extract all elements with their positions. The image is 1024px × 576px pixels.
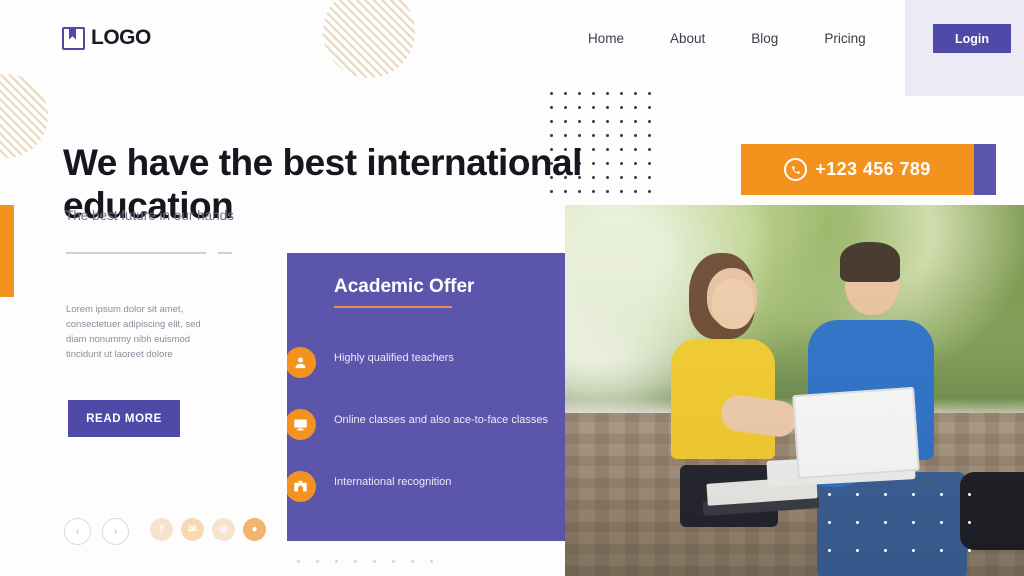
divider-short xyxy=(218,252,232,254)
phone-accent-block xyxy=(974,144,996,195)
hero-body-text: Lorem ipsum dolor sit amet, consectetuer… xyxy=(66,303,201,360)
social-links: f ✉ ◎ ● xyxy=(150,518,266,541)
carousel-next-icon[interactable]: › xyxy=(102,518,129,545)
list-item-label: Highly qualified teachers xyxy=(334,352,454,364)
carousel-prev-icon[interactable]: ‹ xyxy=(64,518,91,545)
page-subtitle: The best future in our hands xyxy=(65,208,234,223)
phone-banner[interactable]: +123 456 789 xyxy=(741,144,974,195)
bookmark-icon xyxy=(62,26,85,50)
twitter-icon[interactable]: ✉ xyxy=(181,518,204,541)
user-icon xyxy=(287,347,316,378)
phone-icon xyxy=(784,158,808,181)
monitor-icon xyxy=(287,409,316,440)
nav-item-pricing[interactable]: Pricing xyxy=(824,31,865,46)
striped-circle-left-icon xyxy=(0,74,48,158)
list-item: International recognition xyxy=(287,471,564,509)
academic-offer-title: Academic Offer xyxy=(334,276,475,297)
nav-item-home[interactable]: Home xyxy=(588,31,624,46)
list-item-label: Online classes and also ace-to-face clas… xyxy=(334,414,548,426)
nav-item-about[interactable]: About xyxy=(670,31,705,46)
dot-grid-photo xyxy=(828,493,996,576)
list-item-label: International recognition xyxy=(334,476,452,488)
carousel-controls: ‹ › xyxy=(64,518,129,545)
hero-photo xyxy=(565,205,1024,576)
facebook-icon[interactable]: f xyxy=(150,518,173,541)
divider xyxy=(66,252,206,254)
phone-number: +123 456 789 xyxy=(815,159,931,179)
nav-item-blog[interactable]: Blog xyxy=(751,31,778,46)
main-nav: Home About Blog Pricing xyxy=(588,31,866,46)
certificate-icon xyxy=(287,471,316,502)
academic-offer-card: Academic Offer Highly qualified teachers… xyxy=(287,253,585,541)
logo-text: LOGO xyxy=(91,26,151,49)
instagram-icon[interactable]: ◎ xyxy=(212,518,235,541)
list-item: Online classes and also ace-to-face clas… xyxy=(287,409,564,447)
site-header: LOGO Home About Blog Pricing Login xyxy=(0,0,1024,76)
pinterest-icon[interactable]: ● xyxy=(243,518,266,541)
title-underline xyxy=(334,306,452,308)
orange-accent-bar xyxy=(0,205,14,297)
landing-page: LOGO Home About Blog Pricing Login We ha… xyxy=(0,0,1024,576)
read-more-button[interactable]: READ MORE xyxy=(68,400,180,437)
login-button[interactable]: Login xyxy=(933,24,1011,53)
dot-grid-bottom xyxy=(297,560,449,576)
logo[interactable]: LOGO xyxy=(62,26,151,50)
academic-offer-list: Highly qualified teachers Online classes… xyxy=(287,347,564,537)
list-item: Highly qualified teachers xyxy=(287,347,564,385)
